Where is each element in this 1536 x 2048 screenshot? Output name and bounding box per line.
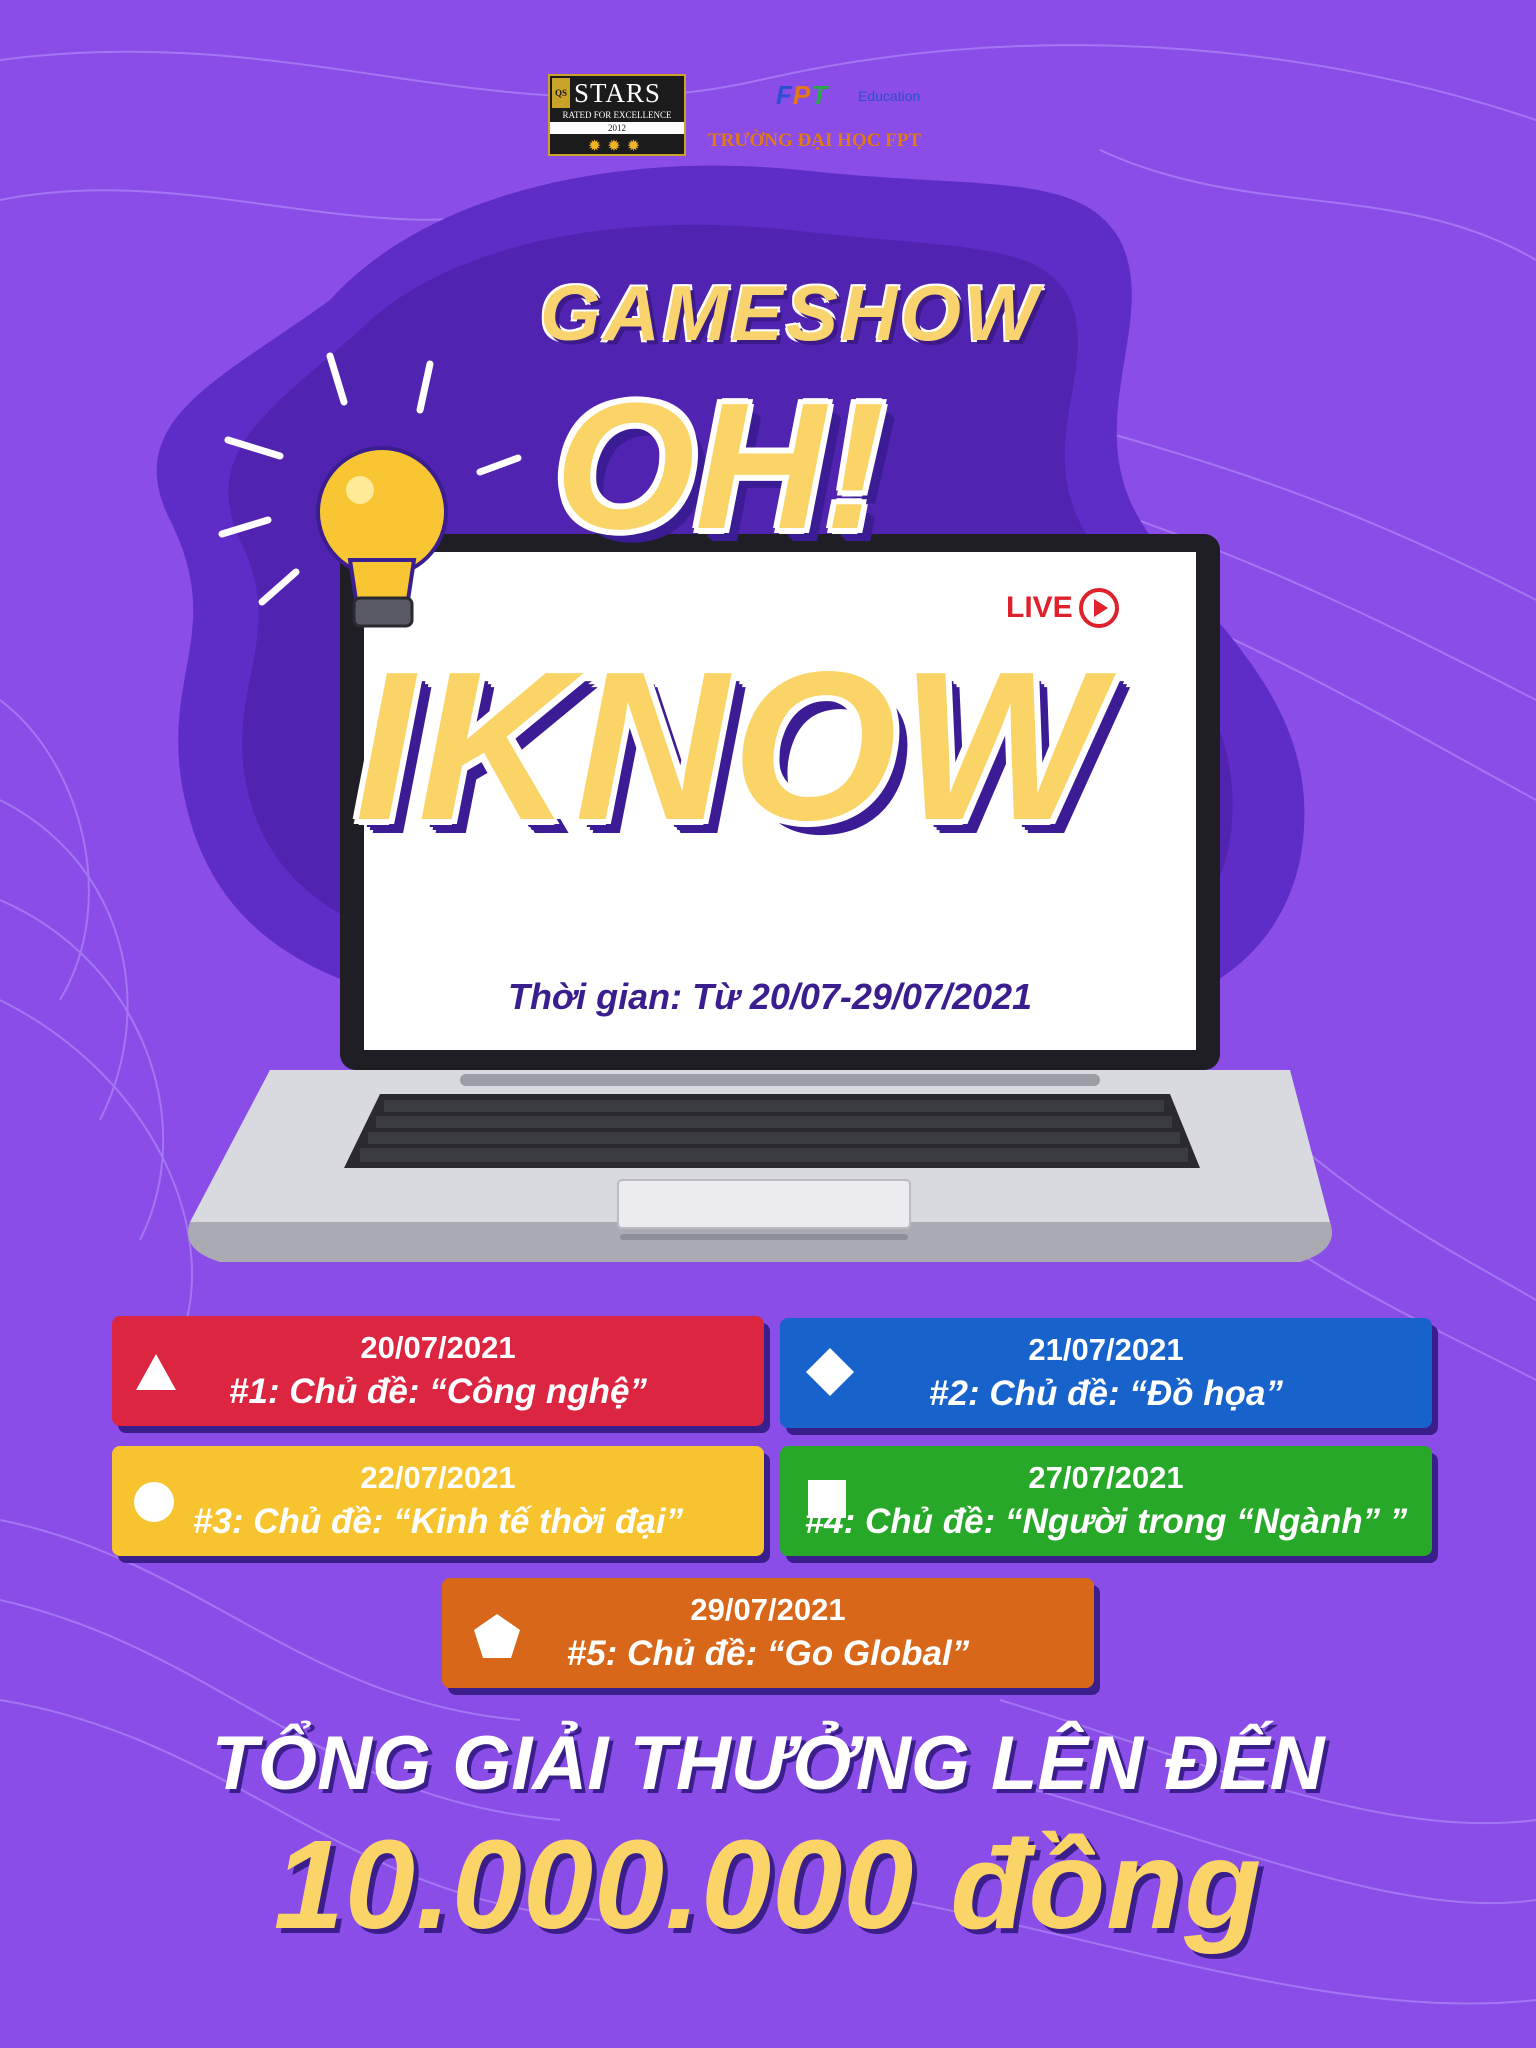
iknow-title: IKNOW — [354, 627, 1106, 864]
schedule-topic: #3: Chủ đề: “Kinh tế thời đại” — [192, 1502, 684, 1541]
schedule-date: 29/07/2021 — [690, 1592, 846, 1627]
prize-heading: TỔNG GIẢI THƯỞNG LÊN ĐẾN — [211, 1721, 1325, 1806]
qs-stars-text: STARS — [574, 77, 661, 108]
qs-year: 2012 — [550, 122, 684, 134]
schedule-topic: #1: Chủ đề: “Công nghệ” — [228, 1372, 648, 1411]
oh-title: OH! — [555, 366, 885, 567]
live-badge: LIVE — [1006, 586, 1121, 630]
fpt-school-name: TRƯỜNG ĐẠI HỌC FPT — [708, 130, 922, 151]
schedule-topic: #4: Chủ đề: “Người trong “Ngành” ” — [804, 1502, 1408, 1541]
schedule-topic: #5: Chủ đề: “Go Global” — [566, 1634, 970, 1673]
fpt-letter-t: T — [811, 80, 829, 110]
fpt-letter-f: F — [776, 80, 793, 110]
gameshow-title: GAMESHOW — [540, 269, 1041, 357]
live-text: LIVE — [1006, 591, 1073, 624]
schedule-card-1: 20/07/2021 #1: Chủ đề: “Công nghệ” — [112, 1316, 764, 1426]
schedule-card-4: 27/07/2021 #4: Chủ đề: “Người trong “Ngà… — [780, 1446, 1432, 1556]
three-stars-icon: ✹✹✹ — [587, 138, 647, 155]
schedule-date: 20/07/2021 — [360, 1330, 516, 1365]
schedule-date: 27/07/2021 — [1028, 1460, 1184, 1495]
schedule-date: 21/07/2021 — [1028, 1332, 1184, 1367]
schedule-topic: #2: Chủ đề: “Đồ họa” — [929, 1374, 1283, 1413]
fpt-letter-p: P — [792, 80, 812, 110]
qs-stars-logo: QS STARS RATED FOR EXCELLENCE 2012 ✹✹✹ — [548, 74, 686, 156]
fpt-education-text: Education — [858, 88, 921, 104]
schedule-card-5: 29/07/2021 #5: Chủ đề: “Go Global” — [442, 1578, 1094, 1688]
qs-rated-text: RATED FOR EXCELLENCE — [562, 110, 672, 120]
qs-mark: QS — [552, 78, 570, 108]
fpt-logo: FPT Education TRƯỜNG ĐẠI HỌC FPT — [708, 80, 996, 160]
fpt-letters: FPT — [776, 80, 828, 111]
event-time: Thời gian: Từ 20/07-29/07/2021 — [507, 976, 1033, 1017]
prize-amount: 10.000.000 đồng — [273, 1814, 1263, 1955]
play-circle-icon — [1078, 588, 1119, 628]
schedule-card-2: 21/07/2021 #2: Chủ đề: “Đồ họa” — [780, 1318, 1432, 1428]
schedule-date: 22/07/2021 — [360, 1460, 516, 1495]
schedule-card-3: 22/07/2021 #3: Chủ đề: “Kinh tế thời đại… — [112, 1446, 764, 1556]
